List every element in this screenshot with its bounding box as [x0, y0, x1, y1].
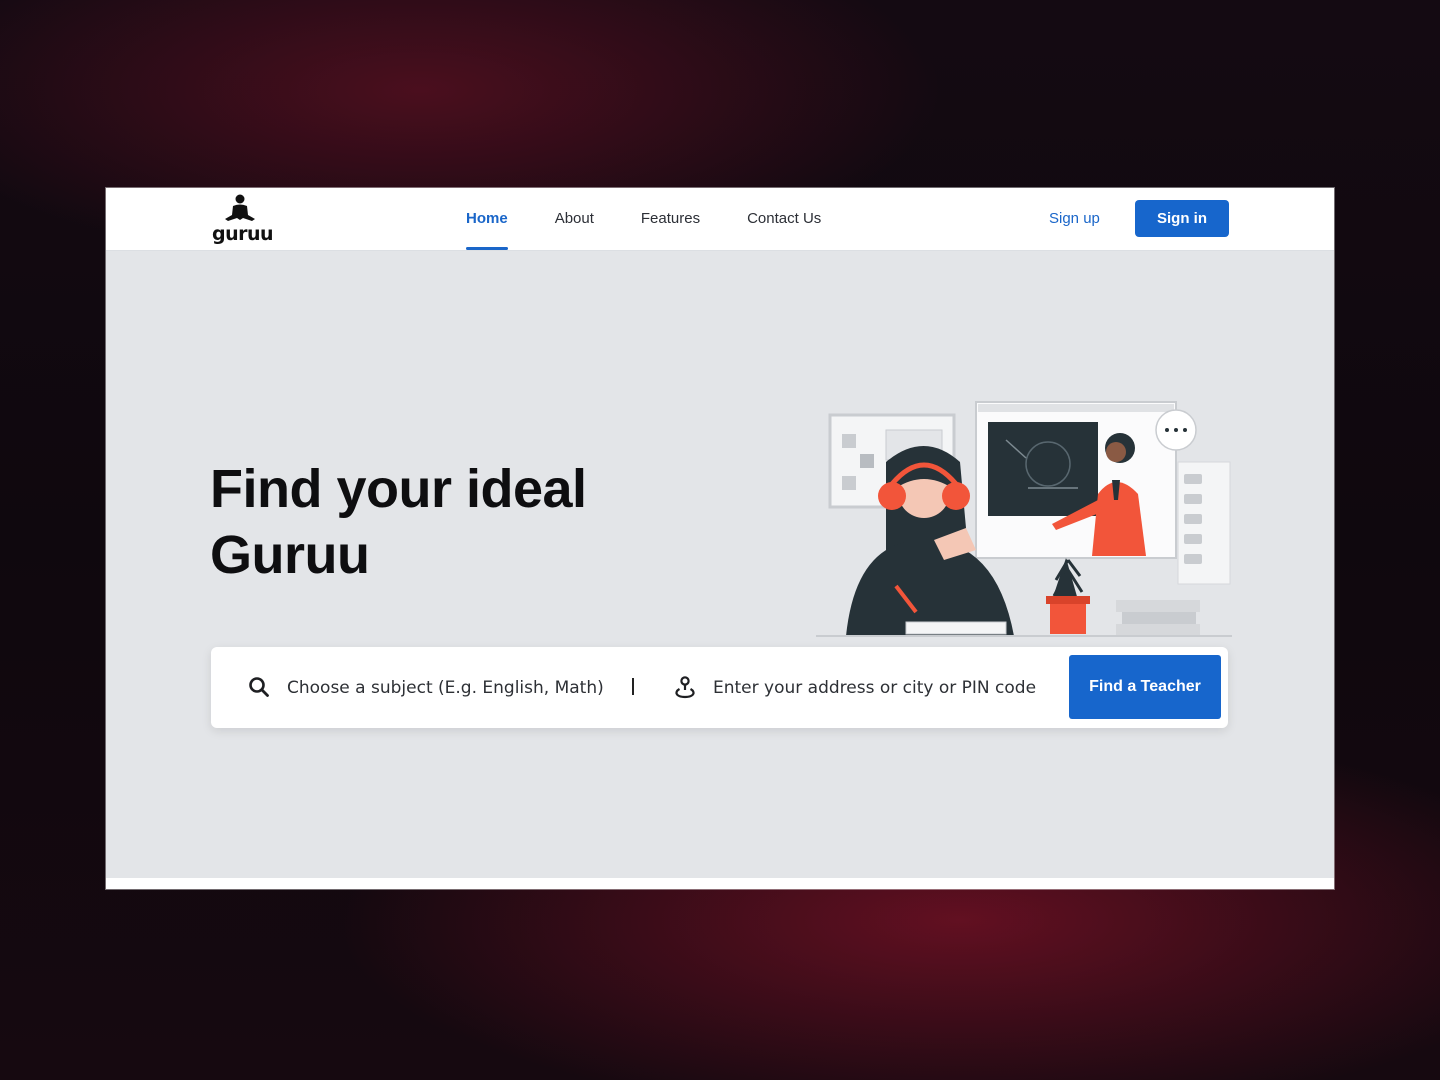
online-learning-illustration [816, 401, 1232, 637]
page-bottom-edge [106, 878, 1334, 889]
meditating-figure-icon [225, 194, 255, 221]
find-a-teacher-button[interactable]: Find a Teacher [1069, 655, 1221, 719]
nav-about[interactable]: About [555, 188, 594, 250]
sign-up-link[interactable]: Sign up [1049, 188, 1100, 250]
hero-title: Find your ideal Guruu [210, 456, 670, 588]
nav-home[interactable]: Home [466, 188, 508, 250]
logo-text: guruu [212, 223, 274, 245]
hero-title-line2: Guruu [210, 525, 370, 585]
nav-features[interactable]: Features [641, 188, 700, 250]
teacher-search-bar: Find a Teacher [211, 647, 1228, 728]
hero-title-line1: Find your ideal [210, 459, 587, 519]
navbar: guruu Home About Features Contact Us Sig… [106, 188, 1334, 251]
main-nav: Home About Features Contact Us [466, 188, 868, 250]
browser-page: guruu Home About Features Contact Us Sig… [106, 188, 1334, 889]
sign-in-button[interactable]: Sign in [1135, 200, 1229, 237]
location-icon [675, 676, 695, 699]
address-input[interactable] [711, 669, 1055, 707]
nav-contact-us[interactable]: Contact Us [747, 188, 821, 250]
logo[interactable]: guruu [212, 193, 274, 245]
search-divider [632, 678, 634, 695]
subject-input[interactable] [285, 669, 619, 707]
search-icon [249, 677, 269, 697]
